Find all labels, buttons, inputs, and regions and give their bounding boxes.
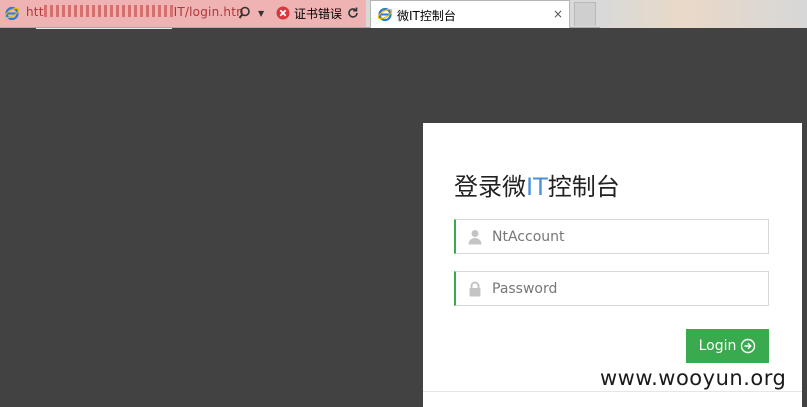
ie-icon [377,7,393,22]
new-tab-button[interactable] [574,2,596,26]
page-top-edge [36,28,172,29]
login-button-label: Login [698,338,737,354]
arrow-right-circle-icon [741,338,756,354]
password-input[interactable] [492,278,762,300]
address-url[interactable]: htt IT/login.htn [26,5,244,19]
search-icon[interactable] [238,5,254,21]
title-part-1: 登录微 [454,173,526,201]
address-bar[interactable]: htt IT/login.htn ▼ 证书错误 [0,0,366,27]
browser-chrome: htt IT/login.htn ▼ 证书错误 微IT控制台 × [0,0,807,28]
tab-title: 微IT控制台 [397,9,456,23]
certificate-error-label[interactable]: 证书错误 [294,5,342,22]
browser-tab-active[interactable]: 微IT控制台 × [370,0,570,28]
panel-divider [423,391,802,392]
url-prefix: htt [26,5,44,19]
url-masked-segment [43,5,174,17]
watermark-text: www.wooyun.org [600,366,787,390]
page-title: 登录微IT控制台 [454,167,620,202]
username-field[interactable] [454,219,769,254]
toolbar-area [600,0,807,28]
user-icon [468,230,482,245]
login-panel: 登录微IT控制台 Login [423,123,802,407]
lock-icon [469,281,481,297]
dropdown-arrow-icon[interactable]: ▼ [258,9,264,18]
title-it: IT [526,173,548,201]
refresh-icon[interactable] [346,6,360,20]
close-icon[interactable]: × [553,7,563,21]
password-field[interactable] [454,271,769,306]
certificate-error-icon[interactable] [276,6,290,20]
username-input[interactable] [492,226,762,248]
login-button[interactable]: Login [686,329,769,363]
ie-icon [4,6,20,21]
title-part-2: 控制台 [547,173,620,201]
url-suffix: IT/login.htn [173,5,244,19]
